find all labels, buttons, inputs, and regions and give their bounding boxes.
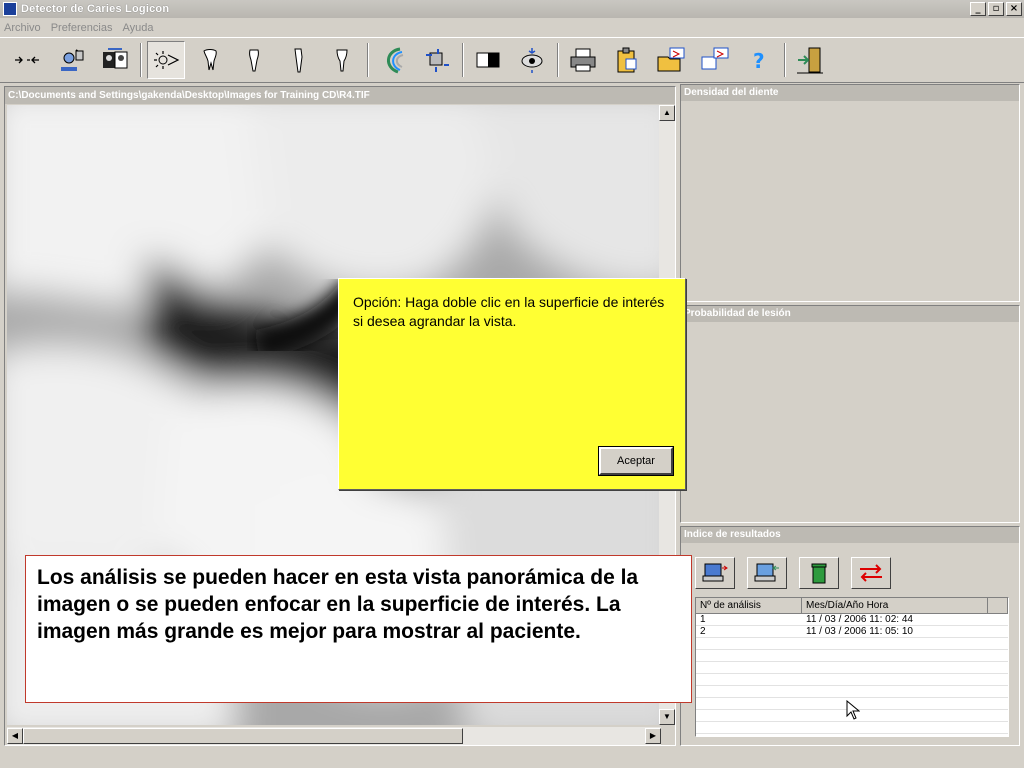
- user-scan-button[interactable]: [52, 41, 90, 79]
- exit-door-icon: [797, 47, 823, 74]
- window-controls: _ ▫ ×: [970, 2, 1022, 16]
- arrows-button[interactable]: [8, 41, 46, 79]
- window-export-icon: [701, 47, 729, 70]
- results-panel-title: Indice de resultados: [681, 527, 1019, 543]
- tooth-molar-button[interactable]: [191, 41, 229, 79]
- scroll-up-arrow[interactable]: ▲: [659, 105, 675, 121]
- image-path: C:\Documents and Settings\gakenda\Deskto…: [5, 87, 675, 104]
- compare-results-button[interactable]: [851, 557, 891, 589]
- toolbar-separator: [557, 43, 559, 77]
- patient-photo-button[interactable]: [96, 41, 134, 79]
- app-window: Detector de Caries Logicon _ ▫ × Archivo…: [0, 0, 1024, 768]
- row-datetime: 11 / 03 / 2006 11: 05: 10: [806, 626, 913, 637]
- minimize-button[interactable]: _: [970, 2, 986, 16]
- probability-panel: Probabilidad de lesión: [680, 305, 1020, 523]
- caption-box: Los análisis se pueden hacer en esta vis…: [25, 555, 692, 703]
- density-panel-title: Densidad del diente: [681, 85, 1019, 101]
- results-table-header: Nº de análisis Mes/Día/Año Hora: [696, 598, 1008, 614]
- contrast-button[interactable]: [469, 41, 507, 79]
- toolbar-separator: [784, 43, 786, 77]
- folder-export-button[interactable]: [652, 41, 690, 79]
- maximize-button[interactable]: ▫: [988, 2, 1004, 16]
- tooth-canine-button[interactable]: [279, 41, 317, 79]
- row-datetime: 11 / 03 / 2006 11: 02: 44: [806, 614, 913, 625]
- accept-button[interactable]: Aceptar: [598, 446, 674, 476]
- arc-rainbow-icon: [387, 47, 404, 74]
- transfer-button[interactable]: [418, 41, 456, 79]
- title-bar: Detector de Caries Logicon _ ▫ ×: [0, 0, 1024, 18]
- eye-button[interactable]: [513, 41, 551, 79]
- tooth-incisor-button[interactable]: [235, 41, 273, 79]
- dialog-message: Opción: Haga doble clic en la superficie…: [353, 294, 665, 329]
- table-row[interactable]: 1 11 / 03 / 2006 11: 02: 44: [696, 614, 1008, 626]
- table-row-empty: [696, 722, 1008, 734]
- header-analysis-number[interactable]: Nº de análisis: [696, 598, 802, 614]
- help-icon: ?: [753, 49, 765, 73]
- tooth-premolar-button[interactable]: [323, 41, 361, 79]
- tooth-incisor-icon: [249, 49, 259, 72]
- computer-analyze-icon: [702, 563, 728, 582]
- header-blank: [988, 598, 1008, 614]
- tooth-molar-icon: [203, 49, 217, 71]
- tooth-canine-icon: [294, 48, 303, 73]
- computer-load-icon: [754, 563, 779, 582]
- app-icon: [3, 2, 17, 16]
- menu-bar: Archivo Preferencias Ayuda: [0, 18, 1024, 37]
- clipboard-icon: [617, 47, 637, 73]
- tooth-premolar-icon: [336, 49, 348, 72]
- scroll-left-arrow[interactable]: ◀: [7, 728, 23, 744]
- load-result-button[interactable]: [747, 557, 787, 589]
- menu-preferencias[interactable]: Preferencias: [51, 22, 113, 34]
- horizontal-scrollbar[interactable]: ◀ ▶: [7, 727, 661, 745]
- option-dialog: Opción: Haga doble clic en la superficie…: [338, 278, 686, 490]
- eye-icon: [521, 48, 543, 73]
- user-scan-icon: [61, 49, 84, 71]
- contrast-icon: [476, 52, 500, 68]
- window-export-button[interactable]: [696, 41, 734, 79]
- svg-text:?: ?: [753, 49, 765, 73]
- exit-button[interactable]: [791, 41, 829, 79]
- menu-archivo[interactable]: Archivo: [4, 22, 41, 34]
- table-row-empty: [696, 650, 1008, 662]
- folder-export-icon: [657, 47, 685, 72]
- scroll-down-arrow[interactable]: ▼: [659, 709, 675, 725]
- caption-text: Los análisis se pueden hacer en esta vis…: [37, 566, 639, 643]
- window-title: Detector de Caries Logicon: [21, 3, 170, 15]
- printer-icon: [570, 48, 596, 72]
- toolbar-separator: [462, 43, 464, 77]
- delete-result-button[interactable]: [799, 557, 839, 589]
- close-button[interactable]: ×: [1006, 2, 1022, 16]
- scroll-thumb[interactable]: [23, 728, 463, 744]
- density-panel: Densidad del diente: [680, 84, 1020, 302]
- toolbar: ?: [0, 37, 1024, 83]
- print-button[interactable]: [564, 41, 602, 79]
- transfer-icon: [426, 49, 449, 72]
- toolbar-separator: [140, 43, 142, 77]
- table-row-empty: [696, 662, 1008, 674]
- table-row-empty: [696, 686, 1008, 698]
- analyze-button[interactable]: [695, 557, 735, 589]
- row-number: 2: [700, 626, 706, 637]
- table-row[interactable]: 2 11 / 03 / 2006 11: 05: 10: [696, 626, 1008, 638]
- header-datetime[interactable]: Mes/Día/Año Hora: [802, 598, 988, 614]
- trash-icon: [811, 563, 827, 584]
- table-row-empty: [696, 638, 1008, 650]
- scroll-right-arrow[interactable]: ▶: [645, 728, 661, 744]
- row-number: 1: [700, 614, 706, 625]
- light-ray-button[interactable]: [147, 41, 185, 79]
- help-button[interactable]: ?: [740, 41, 778, 79]
- arc-rainbow-button[interactable]: [374, 41, 412, 79]
- probability-panel-title: Probabilidad de lesión: [681, 306, 1019, 322]
- toolbar-separator: [367, 43, 369, 77]
- mouse-cursor-icon: [846, 700, 860, 720]
- light-ray-icon: [154, 51, 180, 69]
- red-arrows-icon: [860, 564, 882, 582]
- table-row-empty: [696, 674, 1008, 686]
- menu-ayuda[interactable]: Ayuda: [122, 22, 153, 34]
- results-toolbar: [681, 543, 1019, 589]
- patient-photo-icon: [103, 48, 128, 69]
- arrows-icon: [15, 56, 39, 64]
- clipboard-button[interactable]: [608, 41, 646, 79]
